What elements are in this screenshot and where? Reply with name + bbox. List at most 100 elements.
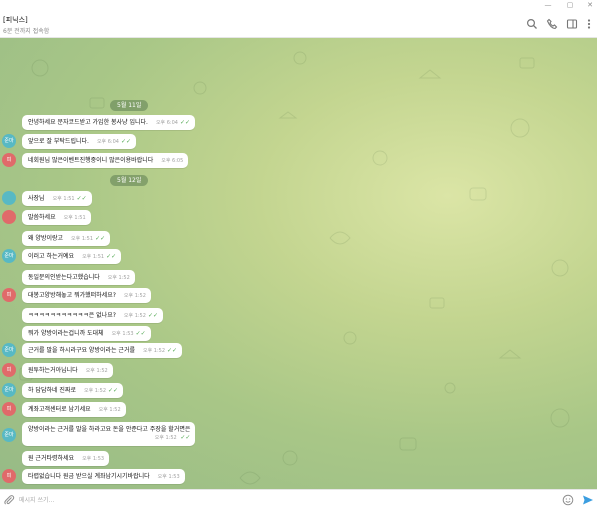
message-row: 준마 양방이라는 근거를 말을 하라고요 돈을 안준다고 주장을 할거면은 오후… — [0, 422, 597, 448]
avatar[interactable]: 피 — [2, 402, 16, 416]
message-text: 양방이라는 근거를 말을 하라고요 돈을 안준다고 주장을 할거면은 — [28, 426, 191, 433]
message-row: 원 근거타령하세요 오후 1:53 — [0, 451, 597, 467]
message-text: 하 답답하네 진짜로 — [28, 387, 76, 394]
read-checks-icon: ✓✓ — [135, 330, 146, 337]
message-text: 안녕하세요 문자코드받고 가입한 봉사냥 입니다. — [28, 119, 148, 126]
message-bubble[interactable]: 뭐가 양방이라는겁니까 도대체 오후 1:53 ✓✓ — [22, 326, 151, 341]
message-text: 원 근거타령하세요 — [28, 455, 75, 462]
message-bubble[interactable]: 계좌고객센터로 남기세요 오후 1:52 — [22, 402, 126, 417]
message-text: 사장님 — [28, 195, 45, 202]
read-checks-icon: ✓✓ — [120, 138, 132, 145]
message-text: 앞으로 잘 부탁드립니다. — [28, 138, 89, 145]
message-bubble[interactable]: ㅋㅋㅋㅋㅋㅋㅋㅋㅋㅋㅋ은 없나요? 오후 1:52 ✓✓ — [22, 308, 163, 323]
send-icon[interactable] — [582, 494, 594, 506]
avatar[interactable]: 준마 — [2, 134, 16, 148]
message-time: 오후 1:52 — [123, 293, 146, 299]
message-time: 오후 1:53 — [111, 331, 134, 337]
avatar[interactable]: 피 — [2, 363, 16, 377]
message-row: 준마 앞으로 잘 부탁드립니다. 오후 6:04 ✓✓ — [0, 134, 597, 150]
message-time: 오후 1:53 — [82, 456, 105, 462]
message-bubble[interactable]: 이러고 하는거예요 오후 1:51 ✓✓ — [22, 249, 122, 264]
search-icon[interactable] — [526, 18, 538, 30]
message-time: 오후 1:52 — [107, 275, 130, 281]
more-icon[interactable] — [583, 18, 595, 30]
read-checks-icon: ✓✓ — [179, 119, 191, 126]
message-bubble[interactable]: 양방이라는 근거를 말을 하라고요 돈을 안준다고 주장을 할거면은 오후 1:… — [22, 422, 196, 446]
message-row: 사장님 오후 1:51 ✓✓ — [0, 191, 597, 207]
message-bubble[interactable]: 타렵없습니다 원금 받으실 계좌남기시기바랍니다 오후 1:53 — [22, 469, 185, 484]
message-bubble[interactable]: 대봉고양방해놓고 뭐가했떠하세요? 오후 1:52 — [22, 288, 151, 303]
message-bubble[interactable]: 하 답답하네 진짜로 오후 1:52 ✓✓ — [22, 383, 124, 398]
avatar[interactable]: 피 — [2, 153, 16, 167]
avatar[interactable] — [2, 210, 16, 224]
emoji-icon[interactable] — [562, 494, 574, 506]
avatar[interactable]: 피 — [2, 469, 16, 483]
message-text: 왜 양방이랑고 — [28, 235, 64, 242]
message-bubble[interactable]: 원 근거타령하세요 오후 1:53 — [22, 451, 110, 466]
close-button[interactable]: ✕ — [583, 0, 597, 11]
message-bubble[interactable]: 원투하는거아닙니다 오후 1:52 — [22, 363, 113, 378]
message-time: 오후 6:04 — [96, 139, 119, 145]
message-bubble[interactable]: 네회원님 많은이벤트진행중이니 많은이용바랍니다 오후 6:05 — [22, 153, 189, 168]
date-separator: 5월 11일 — [110, 100, 149, 111]
message-row: 피 원투하는거아닙니다 오후 1:52 — [0, 363, 597, 379]
message-time: 오후 1:52 — [143, 348, 166, 354]
message-bubble[interactable]: 사장님 오후 1:51 ✓✓ — [22, 191, 92, 206]
message-list[interactable]: 5월 11일 안녕하세요 문자코드받고 가입한 봉사냥 입니다. 오후 6:04 ✓… — [0, 38, 597, 489]
message-text: 근거를 말을 하시라구요 양방이라는 근거를 — [28, 347, 135, 354]
avatar[interactable]: 준마 — [2, 383, 16, 397]
message-row: 동일문의인받는다고했습니다 오후 1:52 — [0, 270, 597, 286]
message-row: 피 타렵없습니다 원금 받으실 계좌남기시기바랍니다 오후 1:53 — [0, 469, 597, 485]
maximize-button[interactable]: ▢ — [563, 0, 577, 11]
message-text: 계좌고객센터로 남기세요 — [28, 406, 91, 413]
sidebar-icon[interactable] — [566, 18, 578, 30]
minimize-button[interactable]: — — [541, 0, 555, 11]
read-checks-icon: ✓✓ — [167, 347, 178, 354]
message-row: 피 네회원님 많은이벤트진행중이니 많은이용바랍니다 오후 6:05 — [0, 153, 597, 169]
message-bubble[interactable]: 근거를 말을 하시라구요 양방이라는 근거를 오후 1:52 ✓✓ — [22, 343, 183, 358]
avatar[interactable]: 준마 — [2, 428, 16, 442]
message-row: 왜 양방이랑고 오후 1:51 ✓✓ — [0, 231, 597, 247]
avatar[interactable]: 준마 — [2, 343, 16, 357]
message-bubble[interactable]: 왜 양방이랑고 오후 1:51 ✓✓ — [22, 231, 111, 246]
message-text: 동일문의인받는다고했습니다 — [28, 274, 100, 281]
message-bubble[interactable]: 동일문의인받는다고했습니다 오후 1:52 — [22, 270, 135, 285]
message-time: 오후 1:53 — [157, 474, 180, 480]
message-time: 오후 1:51 — [82, 254, 105, 260]
message-text: ㅋㅋㅋㅋㅋㅋㅋㅋㅋㅋㅋ은 없나요? — [28, 312, 116, 319]
date-separator: 5월 12일 — [110, 175, 149, 186]
message-row: ㅋㅋㅋㅋㅋㅋㅋㅋㅋㅋㅋ은 없나요? 오후 1:52 ✓✓ — [0, 308, 597, 324]
message-bubble[interactable]: 앞으로 잘 부탁드립니다. 오후 6:04 ✓✓ — [22, 134, 137, 149]
message-row: 안녕하세요 문자코드받고 가입한 봉사냥 입니다. 오후 6:04 ✓✓ — [0, 115, 597, 131]
message-row: 피 대봉고양방해놓고 뭐가했떠하세요? 오후 1:52 — [0, 288, 597, 304]
paperclip-icon[interactable] — [3, 494, 15, 506]
message-time: 오후 6:05 — [161, 158, 184, 164]
message-time: 오후 1:51 — [71, 236, 94, 242]
phone-icon[interactable] — [546, 18, 558, 30]
message-time: 오후 1:51 — [52, 196, 75, 202]
window-titlebar: — ▢ ✕ — [0, 0, 597, 11]
read-checks-icon: ✓✓ — [95, 235, 106, 242]
message-text: 뭐가 양방이라는겁니까 도대체 — [28, 330, 104, 337]
read-checks-icon: ✓✓ — [108, 387, 119, 394]
message-text: 원투하는거아닙니다 — [28, 367, 78, 374]
message-text: 이러고 하는거예요 — [28, 253, 75, 260]
message-bubble[interactable]: 안녕하세요 문자코드받고 가입한 봉사냥 입니다. 오후 6:04 ✓✓ — [22, 115, 196, 130]
message-text: 대봉고양방해놓고 뭐가했떠하세요? — [28, 292, 116, 299]
message-time: 오후 1:52 — [83, 388, 107, 394]
message-time: 오후 1:52 — [154, 435, 177, 441]
message-row: 말씀하세요 오후 1:51 — [0, 210, 597, 226]
message-time: 오후 1:51 — [63, 215, 86, 221]
message-input[interactable] — [19, 493, 549, 507]
message-time: 오후 6:04 — [155, 120, 178, 126]
avatar[interactable] — [2, 191, 16, 205]
avatar[interactable]: 준마 — [2, 249, 16, 263]
message-time: 오후 1:52 — [98, 407, 121, 413]
chat-header[interactable]: [피닉스] 6분 전까지 접속함 — [0, 11, 597, 38]
message-meta: 오후 1:52 ✓✓ — [28, 434, 191, 441]
message-bubble[interactable]: 말씀하세요 오후 1:51 — [22, 210, 91, 225]
avatar[interactable]: 피 — [2, 288, 16, 302]
message-text: 타렵없습니다 원금 받으실 계좌남기시기바랍니다 — [28, 473, 150, 480]
message-row: 준마 근거를 말을 하시라구요 양방이라는 근거를 오후 1:52 ✓✓ — [0, 343, 597, 359]
chat-title: [피닉스] — [3, 16, 28, 24]
